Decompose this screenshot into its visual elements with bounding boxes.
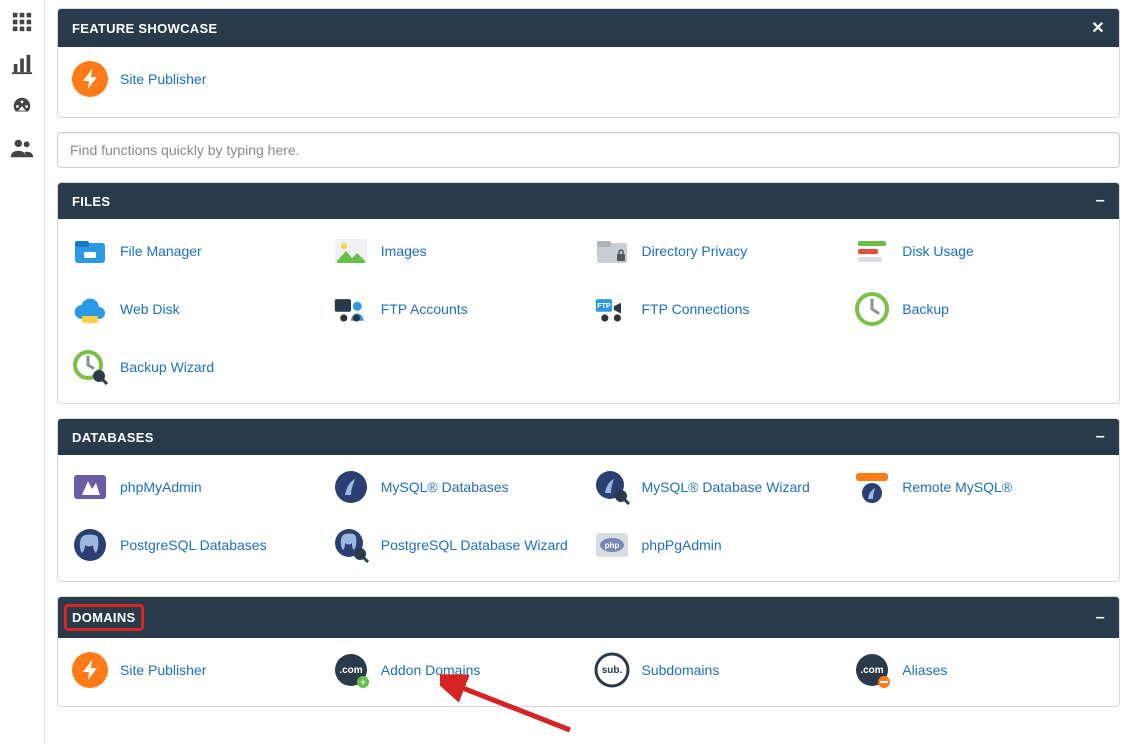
files-header[interactable]: FILES –	[58, 183, 1119, 219]
site-publisher-icon	[72, 652, 108, 688]
item-label: phpPgAdmin	[642, 537, 722, 553]
item-ftp-connections[interactable]: FTP FTP Connections	[594, 291, 845, 327]
item-mysql-databases[interactable]: MySQL® Databases	[333, 469, 584, 505]
svg-text:FTP: FTP	[597, 301, 611, 310]
ftp-accounts-icon	[333, 291, 369, 327]
directory-privacy-icon	[594, 233, 630, 269]
aliases-icon: .com	[854, 652, 890, 688]
item-aliases[interactable]: .com Aliases	[854, 652, 1105, 688]
stats-icon[interactable]	[10, 52, 34, 76]
collapse-icon[interactable]: –	[1096, 609, 1105, 627]
dashboard-gauge-icon[interactable]	[10, 94, 34, 118]
phppgadmin-icon: php	[594, 527, 630, 563]
feature-item-site-publisher[interactable]: Site Publisher	[72, 61, 206, 97]
web-disk-icon	[72, 291, 108, 327]
panel-title: DOMAINS	[66, 606, 142, 629]
item-file-manager[interactable]: File Manager	[72, 233, 323, 269]
collapse-icon[interactable]: –	[1096, 428, 1105, 446]
item-mysql-wizard[interactable]: MySQL® Database Wizard	[594, 469, 845, 505]
file-manager-icon	[72, 233, 108, 269]
item-label: Remote MySQL®	[902, 479, 1012, 495]
svg-text:.com: .com	[339, 665, 362, 676]
item-label: Directory Privacy	[642, 243, 748, 259]
users-icon[interactable]	[10, 136, 34, 160]
item-addon-domains[interactable]: .com+ Addon Domains	[333, 652, 584, 688]
svg-text:php: php	[604, 541, 619, 550]
item-label: FTP Connections	[642, 301, 750, 317]
item-label: Backup Wizard	[120, 359, 214, 375]
collapse-icon[interactable]: –	[1096, 192, 1105, 210]
item-label: File Manager	[120, 243, 202, 259]
databases-panel: DATABASES – phpMyAdmin MySQL® Databases	[57, 418, 1120, 582]
mysql-wizard-icon	[594, 469, 630, 505]
item-label: MySQL® Database Wizard	[642, 479, 810, 495]
item-phppgadmin[interactable]: php phpPgAdmin	[594, 527, 845, 563]
disk-usage-icon	[854, 233, 890, 269]
item-label: Images	[381, 243, 427, 259]
svg-text:sub.: sub.	[601, 665, 622, 676]
item-postgresql-wizard[interactable]: PostgreSQL Database Wizard	[333, 527, 584, 563]
item-label: PostgreSQL Database Wizard	[381, 537, 568, 553]
item-remote-mysql[interactable]: Remote MySQL®	[854, 469, 1105, 505]
item-web-disk[interactable]: Web Disk	[72, 291, 323, 327]
item-label: Backup	[902, 301, 949, 317]
backup-wizard-icon	[72, 349, 108, 385]
item-label: Subdomains	[642, 662, 720, 678]
item-postgresql[interactable]: PostgreSQL Databases	[72, 527, 323, 563]
item-label: Site Publisher	[120, 71, 206, 87]
panel-title: FEATURE SHOWCASE	[72, 21, 217, 36]
backup-icon	[854, 291, 890, 327]
main-content: FEATURE SHOWCASE ✕ Site Publisher FILES …	[45, 0, 1132, 744]
postgresql-wizard-icon	[333, 527, 369, 563]
item-label: Web Disk	[120, 301, 180, 317]
databases-header[interactable]: DATABASES –	[58, 419, 1119, 455]
domains-header[interactable]: DOMAINS –	[58, 597, 1119, 638]
item-label: FTP Accounts	[381, 301, 468, 317]
files-panel: FILES – File Manager Images Directory P	[57, 182, 1120, 404]
item-backup-wizard[interactable]: Backup Wizard	[72, 349, 323, 385]
feature-showcase-header[interactable]: FEATURE SHOWCASE ✕	[58, 9, 1119, 47]
item-label: phpMyAdmin	[120, 479, 202, 495]
images-icon	[333, 233, 369, 269]
feature-showcase-panel: FEATURE SHOWCASE ✕ Site Publisher	[57, 8, 1120, 118]
site-publisher-icon	[72, 61, 108, 97]
svg-text:.com: .com	[861, 665, 884, 676]
item-label: MySQL® Databases	[381, 479, 509, 495]
item-label: Disk Usage	[902, 243, 974, 259]
search-wrap	[57, 132, 1120, 168]
remote-mysql-icon	[854, 469, 890, 505]
item-disk-usage[interactable]: Disk Usage	[854, 233, 1105, 269]
item-site-publisher[interactable]: Site Publisher	[72, 652, 323, 688]
apps-grid-icon[interactable]	[10, 10, 34, 34]
addon-domains-icon: .com+	[333, 652, 369, 688]
item-images[interactable]: Images	[333, 233, 584, 269]
item-ftp-accounts[interactable]: FTP Accounts	[333, 291, 584, 327]
feature-showcase-body: Site Publisher	[58, 47, 1119, 117]
postgresql-icon	[72, 527, 108, 563]
left-sidebar	[0, 0, 45, 744]
item-label: Aliases	[902, 662, 947, 678]
search-input[interactable]	[57, 132, 1120, 168]
panel-title: FILES	[72, 194, 110, 209]
subdomains-icon: sub.	[594, 652, 630, 688]
domains-panel: DOMAINS – Site Publisher .com+ Addon Dom…	[57, 596, 1120, 707]
item-subdomains[interactable]: sub. Subdomains	[594, 652, 845, 688]
item-backup[interactable]: Backup	[854, 291, 1105, 327]
close-icon[interactable]: ✕	[1091, 18, 1105, 38]
item-directory-privacy[interactable]: Directory Privacy	[594, 233, 845, 269]
item-label: Addon Domains	[381, 662, 481, 678]
svg-text:+: +	[360, 677, 365, 687]
phpmyadmin-icon	[72, 469, 108, 505]
mysql-databases-icon	[333, 469, 369, 505]
ftp-connections-icon: FTP	[594, 291, 630, 327]
item-phpmyadmin[interactable]: phpMyAdmin	[72, 469, 323, 505]
panel-title: DATABASES	[72, 430, 154, 445]
item-label: Site Publisher	[120, 662, 206, 678]
item-label: PostgreSQL Databases	[120, 537, 267, 553]
